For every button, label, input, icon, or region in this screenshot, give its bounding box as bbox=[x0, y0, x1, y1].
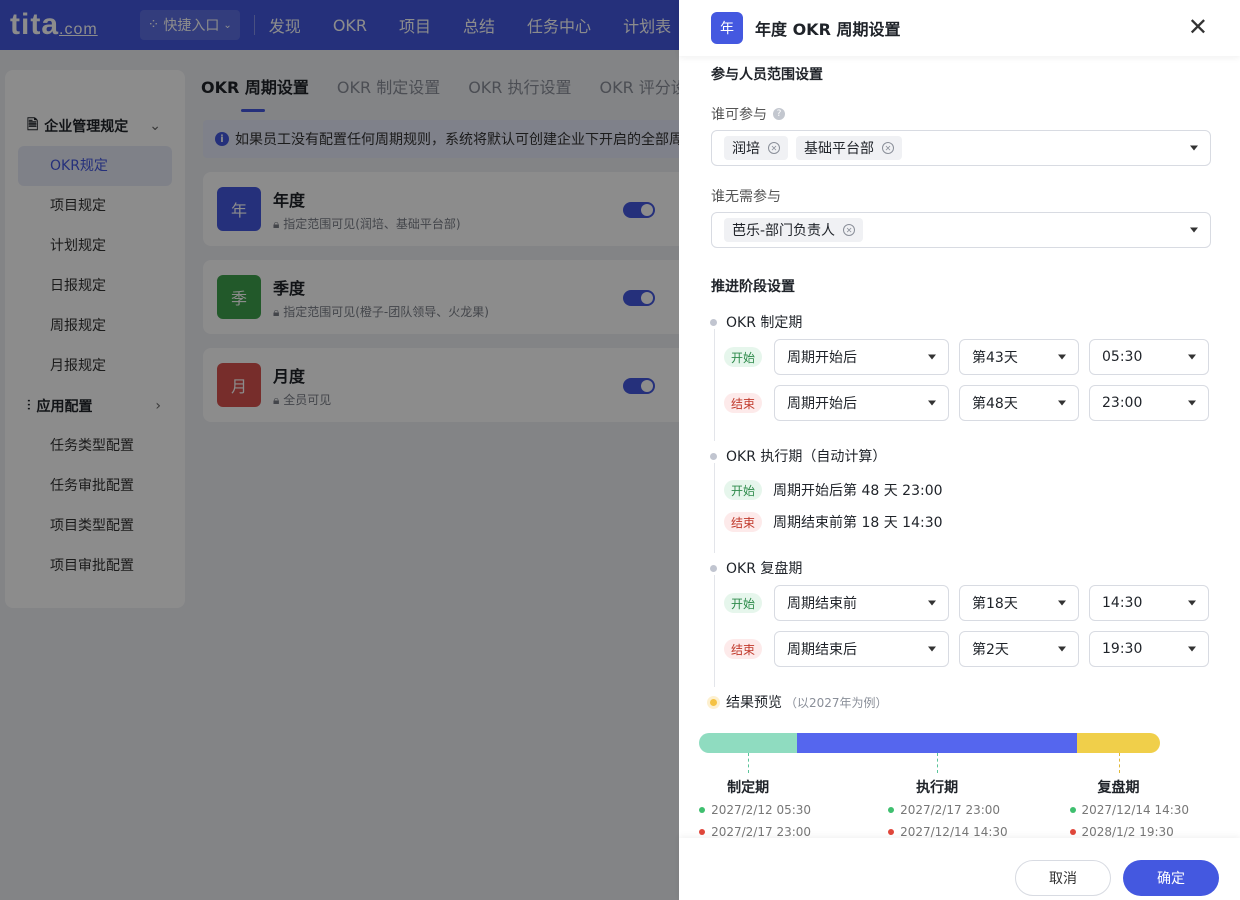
participant-tag: 润培 ✕ bbox=[724, 136, 788, 160]
result-preview-heading: 结果预览 （以2027年为例） bbox=[710, 692, 888, 712]
preview-dot bbox=[710, 698, 717, 706]
caret-down-icon bbox=[1190, 227, 1198, 233]
cycle-settings-drawer: 年 年度 OKR 周期设置 ✕ 参与人员范围设置 谁可参与 ? 润培 ✕ 基础平台… bbox=[679, 0, 1240, 900]
stage2-end-row: 结束 周期结束前第 18 天 14:30 bbox=[724, 504, 943, 540]
caret-down-icon bbox=[1058, 354, 1066, 360]
phase-segment-define bbox=[699, 733, 798, 753]
phase-segment-execute bbox=[797, 733, 1077, 753]
confirm-button[interactable]: 确定 bbox=[1123, 860, 1219, 896]
stage-timeline-line bbox=[714, 575, 715, 687]
start-pill: 开始 bbox=[724, 347, 763, 367]
phase-label: 复盘期 bbox=[1097, 780, 1140, 796]
caret-down-icon bbox=[1058, 646, 1066, 652]
who-not-label: 谁无需参与 bbox=[711, 189, 781, 205]
caret-down-icon bbox=[928, 400, 936, 406]
stage1-end-row: 结束 周期开始后 第48天 23:00 bbox=[724, 385, 1209, 421]
phase-end-date: 2028/1/2 19:30 bbox=[1069, 825, 1174, 838]
phase-start-date: 2027/12/14 14:30 bbox=[1069, 803, 1189, 817]
start-pill: 开始 bbox=[724, 593, 763, 613]
phase-start-date: 2027/2/17 23:00 bbox=[888, 803, 1000, 817]
stage3-start-day-select[interactable]: 第18天 bbox=[959, 585, 1079, 621]
phase-label: 执行期 bbox=[916, 780, 959, 796]
close-icon[interactable]: ✕ bbox=[1188, 15, 1208, 39]
drawer-cycle-badge: 年 bbox=[711, 12, 743, 44]
phase-end-date: 2027/12/14 14:30 bbox=[888, 825, 1008, 838]
stage1-end-time-select[interactable]: 23:00 bbox=[1089, 385, 1209, 421]
stage3-start-anchor-select[interactable]: 周期结束前 bbox=[774, 585, 949, 621]
stage-okr-define: OKR 制定期 bbox=[710, 312, 802, 332]
caret-down-icon bbox=[928, 646, 936, 652]
stage3-start-row: 开始 周期结束前 第18天 14:30 bbox=[724, 585, 1209, 621]
caret-down-icon bbox=[1058, 400, 1066, 406]
stage1-start-time-select[interactable]: 05:30 bbox=[1089, 339, 1209, 375]
phase-segment-review bbox=[1077, 733, 1160, 753]
scope-section-title: 参与人员范围设置 bbox=[711, 67, 823, 83]
end-pill: 结束 bbox=[724, 639, 763, 659]
drawer-title: 年度 OKR 周期设置 bbox=[755, 20, 901, 39]
stage2-start-row: 开始 周期开始后第 48 天 23:00 bbox=[724, 472, 943, 508]
phase-label: 制定期 bbox=[727, 780, 770, 796]
stage3-end-anchor-select[interactable]: 周期结束后 bbox=[774, 631, 949, 667]
caret-down-icon bbox=[1188, 354, 1196, 360]
drawer-header: 年 年度 OKR 周期设置 ✕ bbox=[679, 0, 1240, 56]
help-icon[interactable]: ? bbox=[773, 108, 785, 120]
stage2-start-text: 周期开始后第 48 天 23:00 bbox=[773, 483, 943, 499]
stage-dot bbox=[710, 564, 717, 572]
remove-tag-icon[interactable]: ✕ bbox=[882, 142, 894, 154]
preview-timeline: 制定期 执行期 复盘期 2027/2/12 05:30 2027/2/17 23… bbox=[679, 733, 1199, 838]
end-pill: 结束 bbox=[724, 393, 763, 413]
remove-tag-icon[interactable]: ✕ bbox=[843, 224, 856, 236]
stage1-end-anchor-select[interactable]: 周期开始后 bbox=[774, 385, 949, 421]
who-can-select[interactable]: 润培 ✕ 基础平台部 ✕ bbox=[711, 130, 1211, 166]
stage-timeline-line bbox=[714, 463, 715, 553]
phase-tick bbox=[1118, 753, 1120, 773]
drawer-footer: 取消 确定 bbox=[679, 838, 1240, 900]
stage-okr-execute: OKR 执行期（自动计算） bbox=[710, 446, 886, 466]
stage1-start-day-select[interactable]: 第43天 bbox=[959, 339, 1079, 375]
who-can-label: 谁可参与 ? bbox=[711, 104, 785, 124]
phase-end-date: 2027/2/17 23:00 bbox=[699, 825, 811, 838]
caret-down-icon bbox=[1188, 646, 1196, 652]
cancel-button[interactable]: 取消 bbox=[1015, 860, 1111, 896]
stage3-start-time-select[interactable]: 14:30 bbox=[1089, 585, 1209, 621]
caret-down-icon bbox=[1058, 600, 1066, 606]
phase-tick bbox=[937, 753, 939, 773]
stage1-start-anchor-select[interactable]: 周期开始后 bbox=[774, 339, 949, 375]
stage2-end-text: 周期结束前第 18 天 14:30 bbox=[773, 515, 943, 531]
preview-bar bbox=[699, 733, 1160, 753]
caret-down-icon bbox=[928, 600, 936, 606]
caret-down-icon bbox=[1188, 400, 1196, 406]
stage3-end-row: 结束 周期结束后 第2天 19:30 bbox=[724, 631, 1209, 667]
stage-timeline-line bbox=[714, 329, 715, 441]
stage-dot bbox=[710, 452, 717, 460]
caret-down-icon bbox=[1188, 600, 1196, 606]
caret-down-icon bbox=[928, 354, 936, 360]
who-not-select[interactable]: 芭乐-部门负责人 ✕ bbox=[711, 212, 1211, 248]
excluded-tag: 芭乐-部门负责人 ✕ bbox=[724, 218, 864, 242]
caret-down-icon bbox=[1190, 145, 1198, 151]
drawer-body[interactable]: 参与人员范围设置 谁可参与 ? 润培 ✕ 基础平台部 ✕ 谁无需参与 芭乐-部门负责… bbox=[679, 56, 1240, 838]
stage-section-title: 推进阶段设置 bbox=[711, 279, 795, 295]
remove-tag-icon[interactable]: ✕ bbox=[768, 142, 780, 154]
stage1-end-day-select[interactable]: 第48天 bbox=[959, 385, 1079, 421]
phase-tick bbox=[748, 753, 750, 773]
participant-tag: 基础平台部 ✕ bbox=[796, 136, 902, 160]
stage-okr-review: OKR 复盘期 bbox=[710, 558, 802, 578]
phase-start-date: 2027/2/12 05:30 bbox=[699, 803, 811, 817]
stage1-start-row: 开始 周期开始后 第43天 05:30 bbox=[724, 339, 1209, 375]
stage3-end-time-select[interactable]: 19:30 bbox=[1089, 631, 1209, 667]
end-pill: 结束 bbox=[724, 512, 763, 532]
start-pill: 开始 bbox=[724, 480, 763, 500]
stage-dot bbox=[710, 318, 717, 326]
stage3-end-day-select[interactable]: 第2天 bbox=[959, 631, 1079, 667]
